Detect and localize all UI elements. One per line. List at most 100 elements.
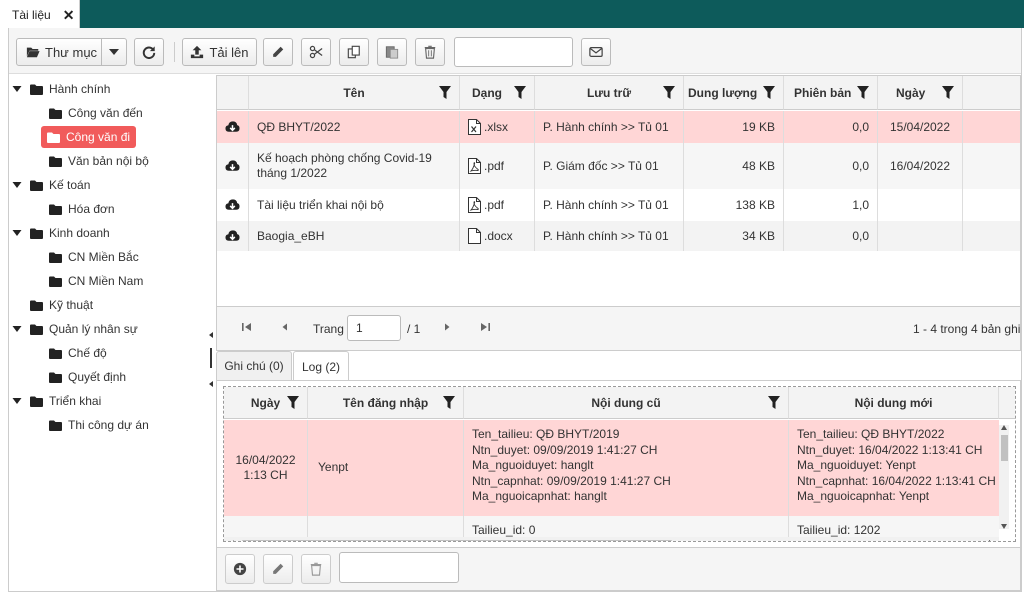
- expand-caret-icon[interactable]: [12, 180, 22, 190]
- filter-icon[interactable]: [768, 396, 780, 409]
- filter-icon[interactable]: [443, 396, 455, 409]
- total-pages: / 1: [407, 322, 421, 336]
- tree-item-label: Quản lý nhân sự: [49, 322, 138, 336]
- cell-date: 16/04/2022: [889, 158, 951, 173]
- log-header-label: Nội dung mới: [854, 395, 933, 410]
- upload-button[interactable]: Tải lên: [182, 38, 257, 66]
- tree-item[interactable]: CN Miền Nam: [49, 269, 143, 293]
- folder-dropdown-button[interactable]: [101, 38, 127, 66]
- document-row[interactable]: Kế hoạch phòng chống Covid-19 tháng 1/20…: [217, 143, 1020, 189]
- delete-log-button[interactable]: [301, 554, 331, 584]
- grid-header-type[interactable]: Dạng: [460, 76, 535, 110]
- grid-header-version[interactable]: Phiên bản: [784, 76, 878, 110]
- log-header-username[interactable]: Tên đăng nhập: [308, 387, 464, 419]
- tree-item[interactable]: Hành chính: [12, 77, 110, 101]
- prev-page-icon[interactable]: [279, 321, 291, 333]
- log-header-old-content[interactable]: Nội dung cũ: [464, 387, 789, 419]
- cut-button[interactable]: [301, 38, 331, 66]
- edit-log-button[interactable]: [263, 554, 293, 584]
- filter-icon[interactable]: [857, 86, 869, 99]
- cloud-download-icon[interactable]: [225, 229, 240, 243]
- tree-item[interactable]: Công văn đến: [49, 101, 143, 125]
- old-content-line: Ntn_duyet: 09/09/2019 1:41:27 CH: [472, 442, 658, 457]
- log-vertical-scrollbar[interactable]: [999, 425, 1009, 529]
- grid-cell: [217, 111, 249, 143]
- envelope-icon: [589, 47, 603, 57]
- panel-splitter[interactable]: [209, 75, 215, 591]
- grid-header-name[interactable]: Tên: [249, 76, 460, 110]
- filter-icon[interactable]: [663, 86, 675, 99]
- filter-icon[interactable]: [514, 86, 526, 99]
- page-input[interactable]: 1: [347, 315, 401, 341]
- tree-item-label: Quyết định: [68, 370, 127, 384]
- grid-header-date[interactable]: Ngày: [878, 76, 963, 110]
- close-icon[interactable]: ✕: [63, 8, 75, 22]
- scroll-up-icon[interactable]: [1001, 425, 1007, 430]
- cloud-download-icon[interactable]: [225, 198, 240, 212]
- scroll-left-icon[interactable]: [229, 540, 234, 541]
- tree-item[interactable]: Kinh doanh: [12, 221, 110, 245]
- scroll-right-icon[interactable]: [989, 540, 994, 541]
- last-page-icon[interactable]: [479, 321, 491, 333]
- copy-button[interactable]: [339, 38, 369, 66]
- log-row[interactable]: 16/04/2022 1:13 CH Yenpt Ten_tailieu: QĐ BH…: [224, 420, 999, 516]
- edit-button[interactable]: [263, 38, 293, 66]
- collapse-left-icon[interactable]: [209, 381, 213, 387]
- tree-item[interactable]: Văn bản nội bộ: [49, 149, 149, 173]
- folder-open-icon: [26, 47, 40, 58]
- tab-log[interactable]: Log (2): [293, 351, 349, 381]
- log-header-date[interactable]: Ngày: [224, 387, 308, 419]
- document-row[interactable]: Baogia_eBH .docx P. Hành chính >> Tủ 01 34 …: [217, 221, 1020, 251]
- scrollbar-thumb[interactable]: [1001, 435, 1008, 461]
- splitter-handle[interactable]: [210, 348, 212, 368]
- filter-icon[interactable]: [763, 86, 775, 99]
- tree-item[interactable]: Kế toán: [12, 173, 90, 197]
- scrollbar-thumb[interactable]: [242, 540, 672, 541]
- log-date-cell: 16/04/2022 1:13 CH: [224, 420, 308, 516]
- tree-item[interactable]: Kỹ thuật: [12, 293, 93, 317]
- collapse-left-icon[interactable]: [209, 332, 213, 338]
- tree-item[interactable]: Quản lý nhân sự: [12, 317, 138, 341]
- log-horizontal-scrollbar[interactable]: [224, 537, 999, 541]
- tree-item[interactable]: CN Miền Bắc: [49, 245, 139, 269]
- cloud-download-icon[interactable]: [225, 120, 240, 134]
- tab-tai-lieu[interactable]: Tài liệu ✕: [0, 0, 80, 29]
- log-search-input[interactable]: [339, 552, 459, 583]
- expand-caret-icon[interactable]: [12, 396, 22, 406]
- document-grid: Tên Dạng Lưu trữ Dung lượng Phiên bản Ng…: [216, 75, 1021, 307]
- tree-item[interactable]: Triển khai: [12, 389, 101, 413]
- tree-item[interactable]: Chế độ: [49, 341, 107, 365]
- log-header-new-content[interactable]: Nội dung mới: [789, 387, 999, 419]
- expand-caret-icon[interactable]: [12, 228, 22, 238]
- expand-caret-icon[interactable]: [12, 324, 22, 334]
- tree-item[interactable]: Công văn đi: [41, 126, 137, 148]
- cloud-download-icon[interactable]: [225, 159, 240, 173]
- refresh-button[interactable]: [134, 38, 164, 66]
- grid-cell: 0,0: [784, 111, 878, 143]
- grid-header-storage[interactable]: Lưu trữ: [535, 76, 684, 110]
- folder-button[interactable]: Thư mục: [16, 38, 102, 66]
- paste-button[interactable]: [377, 38, 407, 66]
- cell-name: Kế hoạch phòng chống Covid-19 tháng 1/20…: [257, 151, 432, 180]
- document-row[interactable]: QĐ BHYT/2022 .xlsx P. Hành chính >> Tủ 01 1…: [217, 111, 1020, 143]
- add-button[interactable]: [225, 554, 255, 584]
- scroll-down-icon[interactable]: [1001, 524, 1007, 529]
- delete-button[interactable]: [415, 38, 445, 66]
- next-page-icon[interactable]: [441, 321, 453, 333]
- expand-caret-icon[interactable]: [12, 84, 22, 94]
- tree-item-label: Công văn đi: [66, 130, 131, 144]
- filter-icon[interactable]: [287, 396, 299, 409]
- grid-cell: .docx: [460, 221, 535, 251]
- first-page-icon[interactable]: [241, 321, 253, 333]
- excel-file-icon: [468, 119, 481, 135]
- tree-item[interactable]: Thi công dự án: [49, 413, 149, 437]
- filter-icon[interactable]: [942, 86, 954, 99]
- filter-icon[interactable]: [439, 86, 451, 99]
- email-button[interactable]: [581, 38, 611, 66]
- tree-item[interactable]: Quyết định: [49, 365, 126, 389]
- grid-header-size[interactable]: Dung lượng: [684, 76, 784, 110]
- document-row[interactable]: Tài liệu triển khai nội bộ .pdf P. Hành ch…: [217, 189, 1020, 221]
- search-input[interactable]: [454, 37, 573, 67]
- tree-item[interactable]: Hóa đơn: [49, 197, 115, 221]
- tab-notes[interactable]: Ghi chú (0): [216, 351, 292, 380]
